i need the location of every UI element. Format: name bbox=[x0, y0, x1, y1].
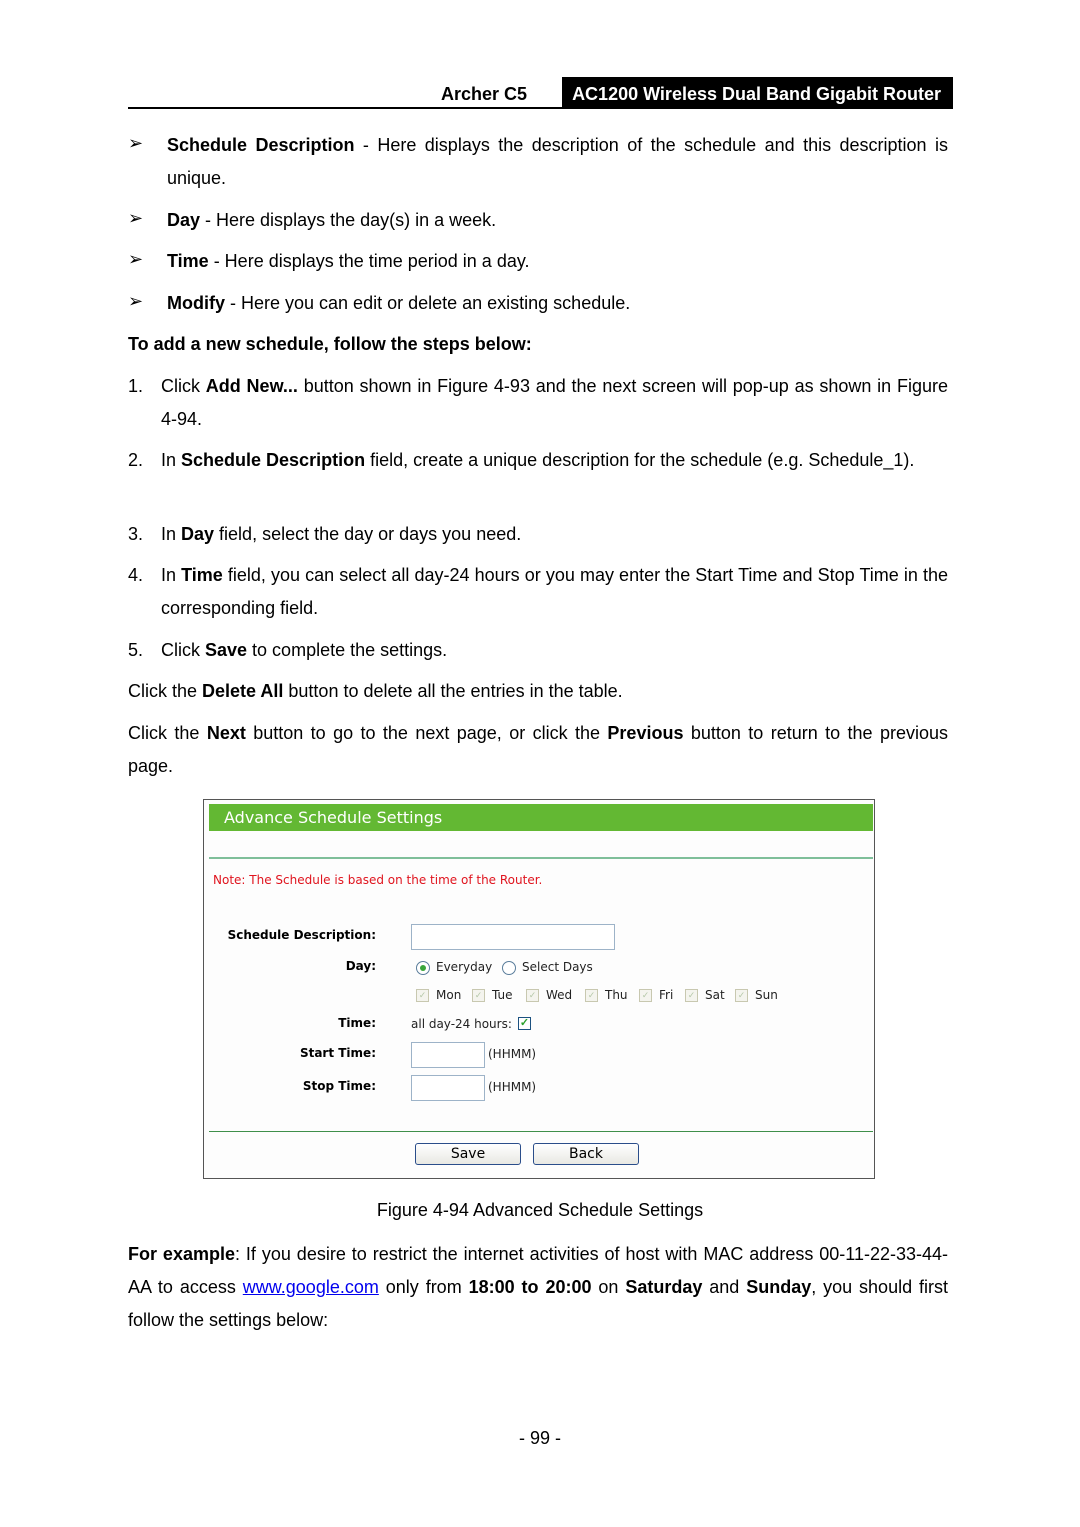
bullet-term: Time bbox=[167, 251, 209, 271]
mon-label: Mon bbox=[436, 988, 462, 1002]
select-days-label: Select Days bbox=[522, 960, 593, 974]
divider bbox=[209, 1131, 873, 1132]
mon-checkbox[interactable]: ✓ bbox=[416, 989, 429, 1002]
all-day-label: all day-24 hours: bbox=[411, 1017, 512, 1031]
start-time-label: Start Time: bbox=[299, 1046, 376, 1060]
stop-time-format: (HHMM) bbox=[488, 1080, 537, 1094]
schedule-description-label: Schedule Description: bbox=[227, 928, 376, 942]
sat-checkbox[interactable]: ✓ bbox=[685, 989, 698, 1002]
header-title: AC1200 Wireless Dual Band Gigabit Router bbox=[562, 77, 953, 107]
bullet-text: - Here you can edit or delete an existin… bbox=[225, 293, 631, 313]
sun-checkbox[interactable]: ✓ bbox=[735, 989, 748, 1002]
everyday-label: Everyday bbox=[436, 960, 493, 974]
tue-label: Tue bbox=[492, 988, 513, 1002]
thu-label: Thu bbox=[605, 988, 628, 1002]
start-time-format: (HHMM) bbox=[488, 1047, 537, 1061]
arrow-bullet-icon: ➢ bbox=[128, 208, 144, 228]
thu-checkbox[interactable]: ✓ bbox=[585, 989, 598, 1002]
back-button[interactable]: Back bbox=[533, 1143, 639, 1165]
bullet-text: - Here displays the time period in a day… bbox=[208, 251, 530, 271]
advance-schedule-settings-screenshot: Advance Schedule Settings Note: The Sche… bbox=[203, 799, 875, 1179]
page-header: Archer C5 AC1200 Wireless Dual Band Giga… bbox=[128, 77, 953, 109]
fri-checkbox[interactable]: ✓ bbox=[639, 989, 652, 1002]
day-label: Day: bbox=[345, 959, 376, 973]
bullet-term: Day bbox=[167, 210, 201, 230]
example-paragraph: For example: If you desire to restrict t… bbox=[128, 1244, 949, 1330]
schedule-description-input[interactable] bbox=[411, 924, 615, 950]
figure-caption: Figure 4-94 Advanced Schedule Settings bbox=[376, 1200, 704, 1220]
arrow-bullet-icon: ➢ bbox=[128, 291, 144, 311]
start-time-input[interactable] bbox=[411, 1042, 485, 1068]
google-link[interactable]: www.google.com bbox=[243, 1277, 379, 1297]
bullet-text: - Here displays the day(s) in a week. bbox=[200, 210, 497, 230]
stop-time-label: Stop Time: bbox=[302, 1079, 376, 1093]
wed-label: Wed bbox=[546, 988, 573, 1002]
select-days-radio[interactable] bbox=[502, 961, 516, 975]
steps-heading: To add a new schedule, follow the steps … bbox=[128, 334, 532, 354]
header-model: Archer C5 bbox=[440, 84, 527, 104]
fri-label: Fri bbox=[659, 988, 674, 1002]
stop-time-input[interactable] bbox=[411, 1075, 485, 1101]
time-label: Time: bbox=[338, 1016, 376, 1030]
bullet-term: Modify bbox=[167, 293, 225, 313]
sat-label: Sat bbox=[705, 988, 725, 1002]
everyday-radio[interactable] bbox=[416, 961, 430, 975]
arrow-bullet-icon: ➢ bbox=[128, 249, 144, 269]
sun-label: Sun bbox=[755, 988, 778, 1002]
save-button[interactable]: Save bbox=[415, 1143, 521, 1165]
divider bbox=[209, 857, 873, 859]
next-previous-paragraph: Click the Next button to go to the next … bbox=[128, 723, 949, 776]
page-number: - 99 - bbox=[518, 1428, 561, 1448]
tue-checkbox[interactable]: ✓ bbox=[472, 989, 485, 1002]
bullet-term: Schedule Description bbox=[167, 135, 355, 155]
arrow-bullet-icon: ➢ bbox=[128, 133, 144, 153]
panel-title: Advance Schedule Settings bbox=[209, 804, 873, 831]
all-day-checkbox[interactable]: ✓ bbox=[518, 1017, 531, 1030]
wed-checkbox[interactable]: ✓ bbox=[526, 989, 539, 1002]
delete-all-paragraph: Click the Delete All button to delete al… bbox=[128, 681, 623, 701]
note-text: Note: The Schedule is based on the time … bbox=[213, 873, 543, 887]
